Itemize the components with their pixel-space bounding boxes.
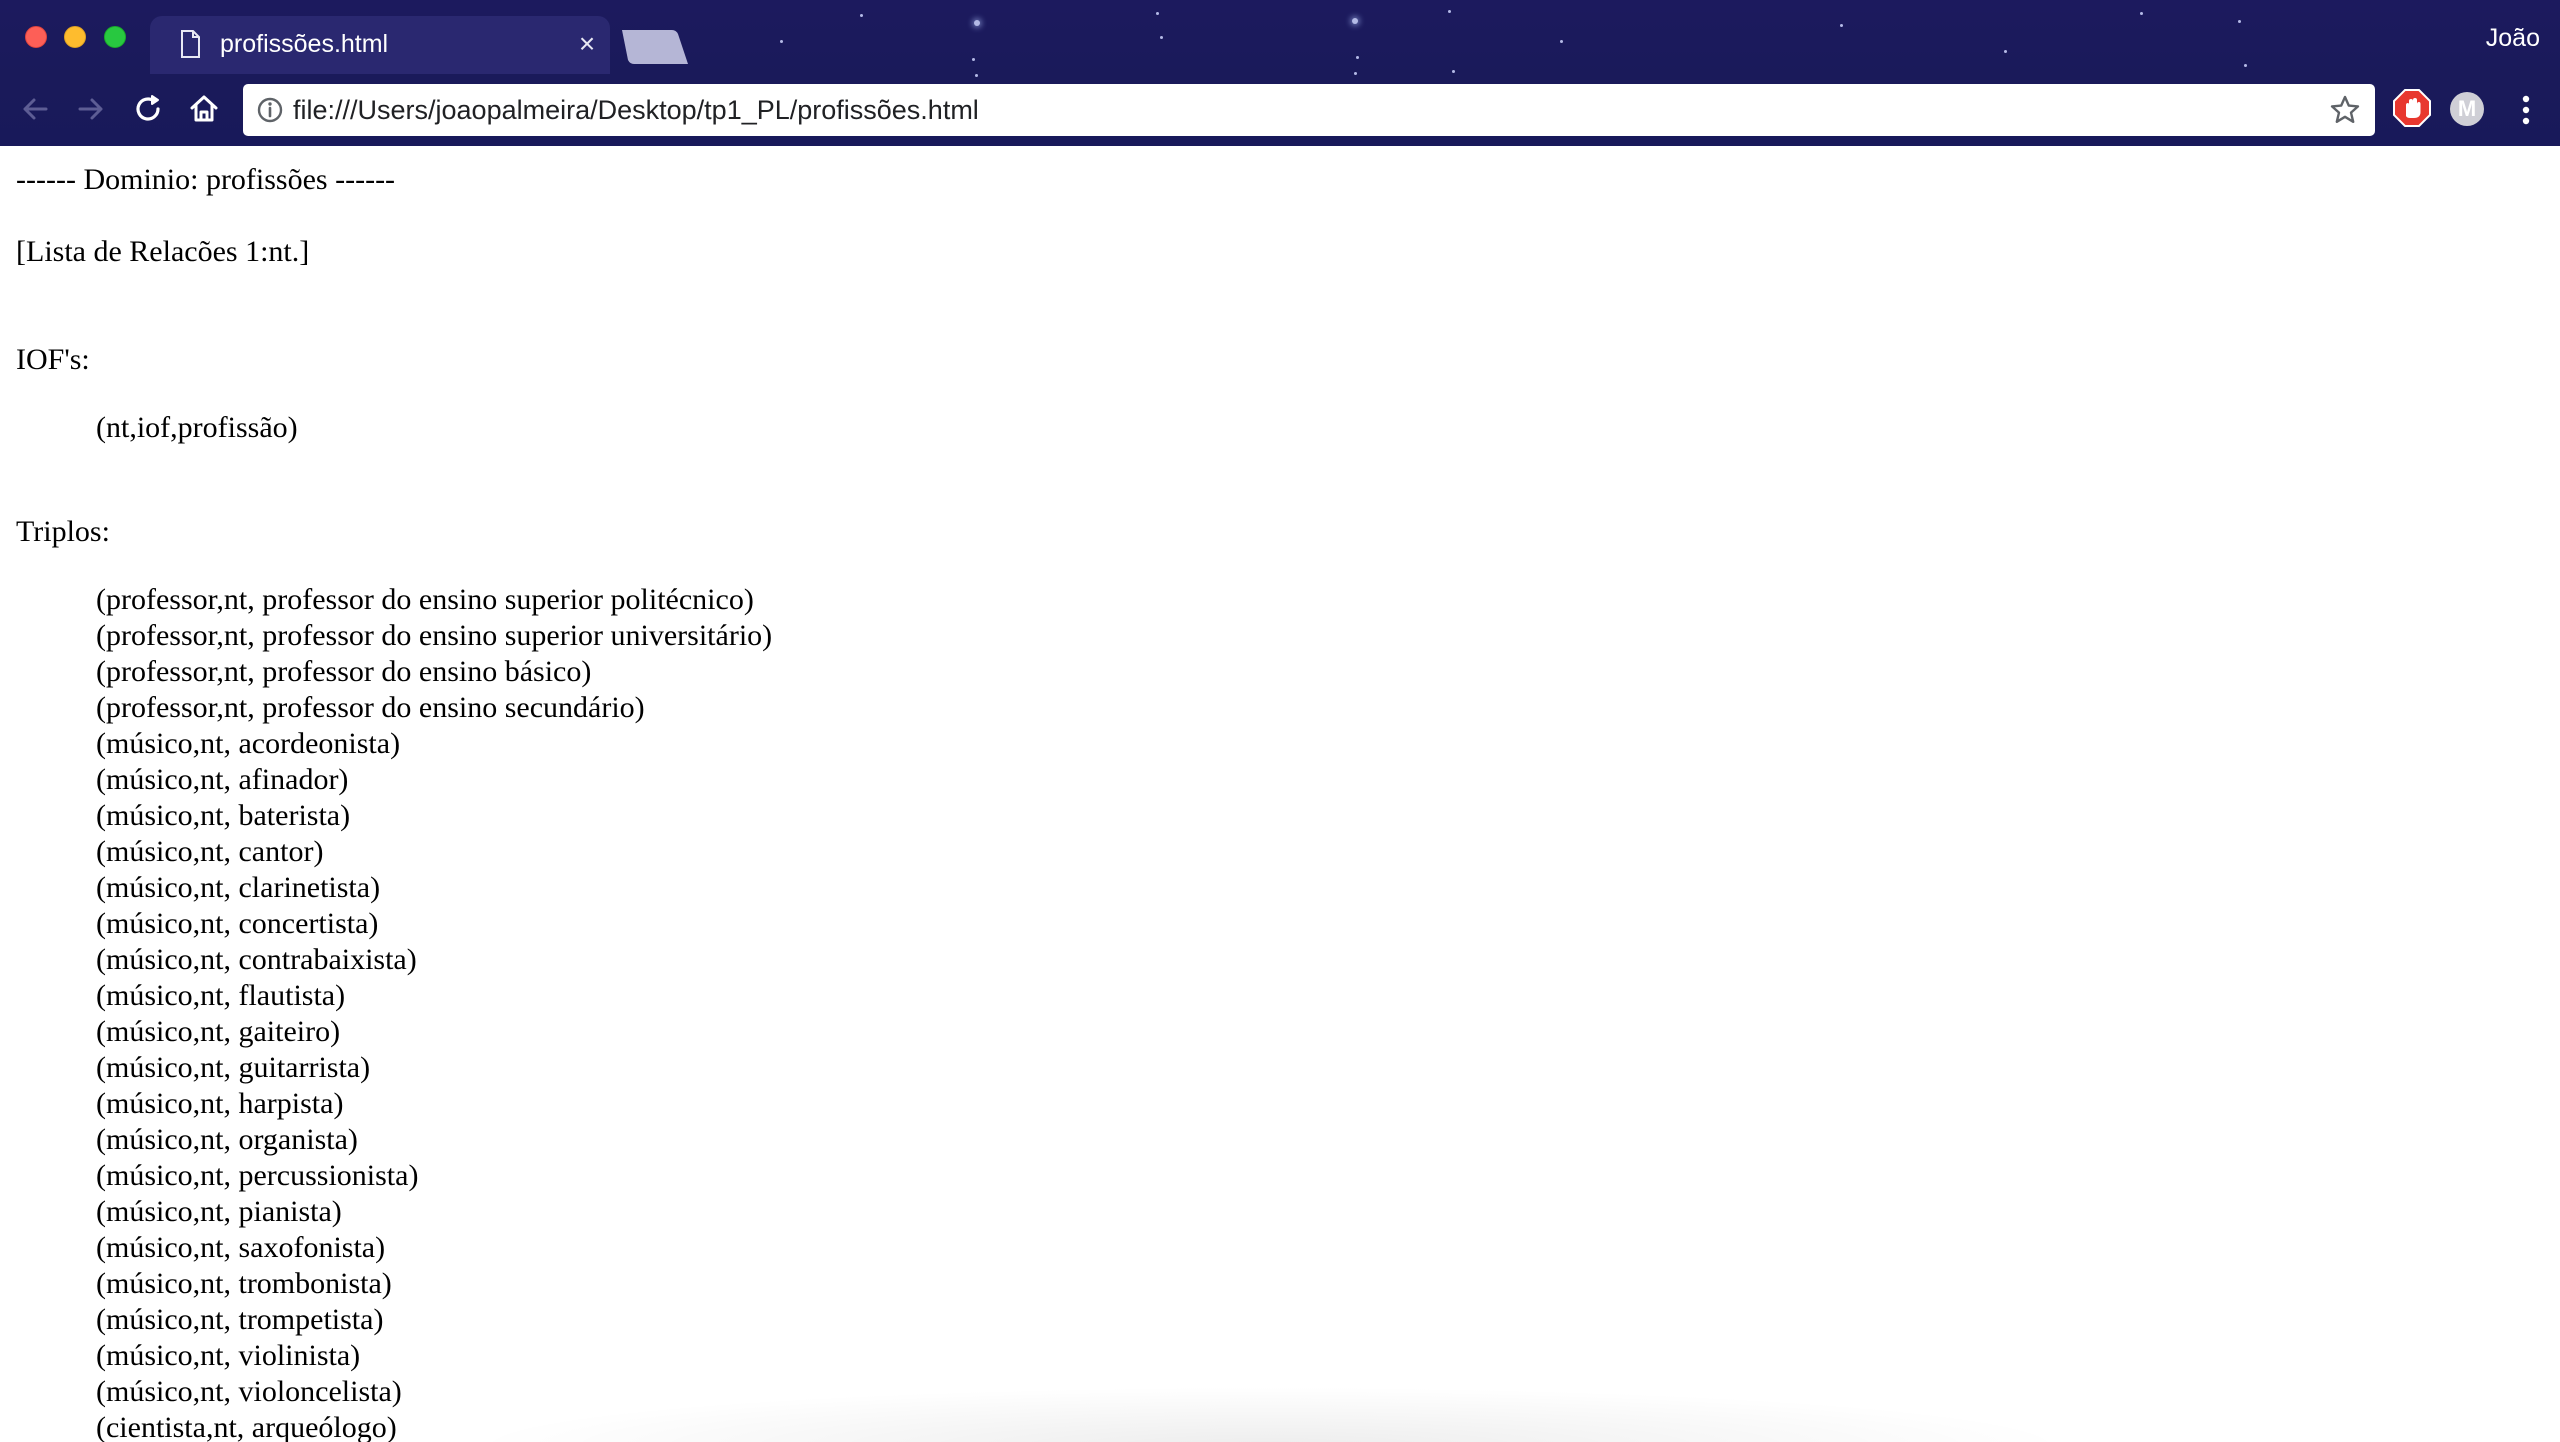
- triple-item: (músico,nt, saxofonista): [96, 1231, 386, 1264]
- theme-star-decoration: [1356, 56, 1359, 59]
- home-button[interactable]: [183, 88, 225, 130]
- triple-item: (músico,nt, concertista): [96, 907, 379, 940]
- reload-button[interactable]: [127, 88, 169, 130]
- theme-star-decoration: [1156, 12, 1159, 15]
- theme-star-decoration: [1354, 72, 1357, 75]
- url-text[interactable]: file:///Users/joaopalmeira/Desktop/tp1_P…: [293, 95, 979, 126]
- triple-item: (professor,nt, professor do ensino super…: [96, 619, 773, 652]
- theme-star-decoration: [2238, 20, 2241, 23]
- triple-item: (músico,nt, harpista): [96, 1087, 344, 1120]
- back-button[interactable]: [14, 88, 56, 130]
- domain-heading: ------ Dominio: profissões ------: [16, 163, 396, 196]
- arrow-right-icon: [78, 98, 103, 120]
- triple-item: (músico,nt, pianista): [96, 1195, 342, 1228]
- theme-star-decoration: [1352, 18, 1358, 24]
- iof-entry: (nt,iof,profissão): [96, 411, 298, 444]
- page-content: ------ Dominio: profissões ------ [Lista…: [0, 146, 2560, 1442]
- theme-star-decoration: [860, 14, 863, 17]
- triple-item: (músico,nt, guitarrista): [96, 1051, 371, 1084]
- triple-item: (músico,nt, contrabaixista): [96, 943, 417, 976]
- triple-item: (músico,nt, cantor): [96, 835, 324, 868]
- theme-star-decoration: [1840, 24, 1843, 27]
- triple-item: (músico,nt, trompetista): [96, 1303, 384, 1336]
- forward-button[interactable]: [70, 88, 112, 130]
- theme-star-decoration: [2004, 50, 2007, 53]
- relations-heading: [Lista de Relacões 1:nt.]: [16, 235, 310, 268]
- triple-item: (músico,nt, percussionista): [96, 1159, 419, 1192]
- triple-item: (professor,nt, professor do ensino super…: [96, 583, 754, 616]
- triples-label: Triplos:: [16, 515, 110, 548]
- iofs-label: IOF's:: [16, 343, 90, 376]
- triple-item: (músico,nt, gaiteiro): [96, 1015, 341, 1048]
- browser-chrome: profissões.html × João file:///Users/joa: [0, 0, 2560, 146]
- triple-item: (músico,nt, violoncelista): [96, 1375, 402, 1408]
- theme-star-decoration: [1452, 70, 1455, 73]
- adblock-extension-icon[interactable]: [2392, 88, 2432, 128]
- window-minimize-button[interactable]: [64, 26, 86, 48]
- kebab-menu-icon[interactable]: [2512, 92, 2540, 128]
- profile-name[interactable]: João: [2486, 24, 2540, 53]
- tab-close-icon[interactable]: ×: [574, 30, 600, 58]
- triple-item: (professor,nt, professor do ensino secun…: [96, 691, 645, 724]
- arrow-left-icon: [23, 98, 48, 120]
- window-close-button[interactable]: [25, 26, 47, 48]
- theme-star-decoration: [1560, 40, 1563, 43]
- triple-item: (cientista,nt, arqueólogo): [96, 1411, 397, 1442]
- theme-star-decoration: [974, 20, 980, 26]
- triple-item: (músico,nt, clarinetista): [96, 871, 381, 904]
- triple-item: (músico,nt, afinador): [96, 763, 349, 796]
- theme-star-decoration: [1160, 36, 1163, 39]
- star-icon[interactable]: [2329, 94, 2361, 126]
- theme-star-decoration: [2140, 12, 2143, 15]
- triple-item: (músico,nt, organista): [96, 1123, 358, 1156]
- info-icon[interactable]: [255, 95, 285, 125]
- triple-item: (músico,nt, violinista): [96, 1339, 361, 1372]
- triple-item: (músico,nt, flautista): [96, 979, 346, 1012]
- address-bar[interactable]: file:///Users/joaopalmeira/Desktop/tp1_P…: [243, 84, 2375, 136]
- triples-list: (professor,nt, professor do ensino super…: [96, 582, 772, 1442]
- triple-item: (professor,nt, professor do ensino básic…: [96, 655, 592, 688]
- tab-profissoes[interactable]: profissões.html ×: [150, 16, 610, 74]
- document-icon: [181, 30, 200, 58]
- triple-item: (músico,nt, baterista): [96, 799, 351, 832]
- home-icon: [190, 95, 218, 122]
- reload-icon: [136, 95, 160, 121]
- tab-title: profissões.html: [220, 30, 389, 58]
- theme-star-decoration: [975, 74, 978, 77]
- window-zoom-button[interactable]: [104, 26, 126, 48]
- theme-star-decoration: [972, 58, 975, 61]
- theme-star-decoration: [780, 40, 783, 43]
- triple-item: (músico,nt, acordeonista): [96, 727, 401, 760]
- new-tab-button[interactable]: [620, 30, 688, 64]
- triple-item: (músico,nt, trombonista): [96, 1267, 392, 1300]
- theme-star-decoration: [1448, 10, 1451, 13]
- extension-m-icon[interactable]: M: [2450, 92, 2484, 126]
- theme-star-decoration: [2244, 64, 2247, 67]
